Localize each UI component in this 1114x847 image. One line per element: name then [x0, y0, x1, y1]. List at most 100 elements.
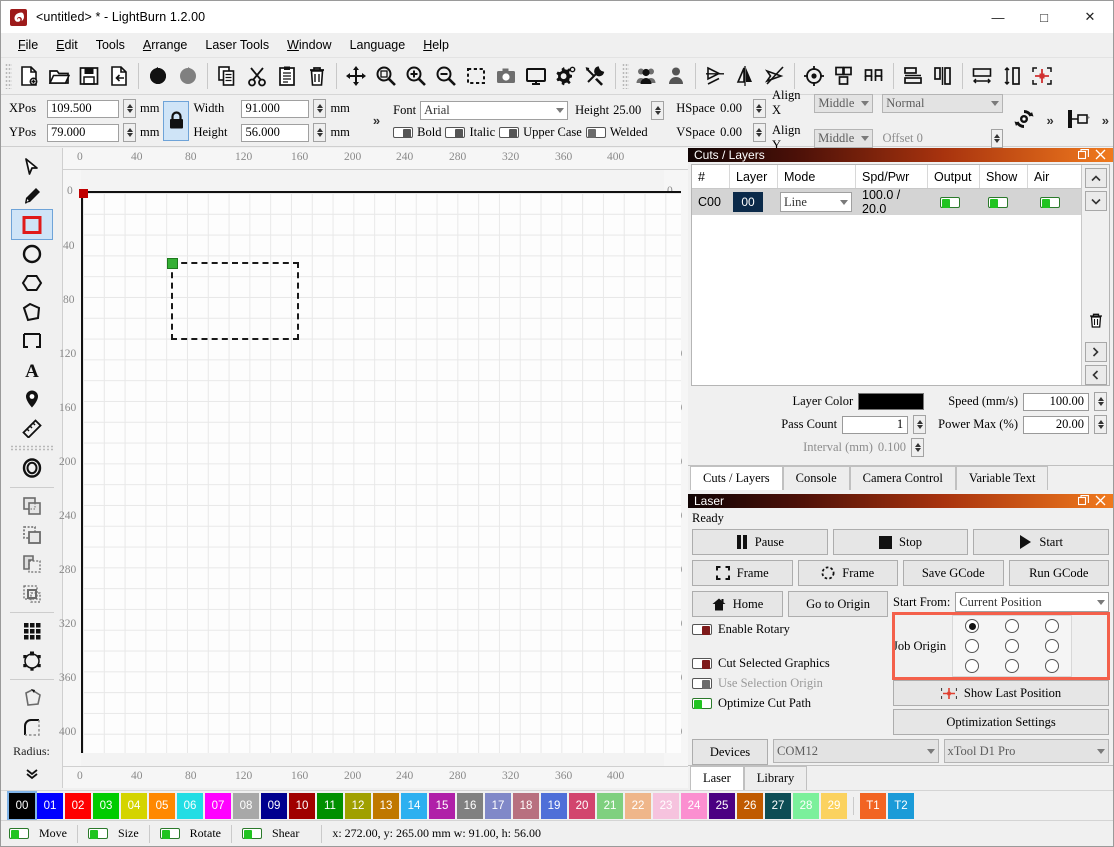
palette-swatch-05[interactable]: 05: [149, 792, 175, 819]
palette-swatch-18[interactable]: 18: [513, 792, 539, 819]
row-output-toggle[interactable]: [940, 196, 960, 208]
power-max-input[interactable]: 20.00: [1023, 415, 1089, 434]
node-pin-tool[interactable]: [12, 384, 52, 413]
stop-button[interactable]: Stop: [832, 529, 969, 555]
home-button[interactable]: Home: [692, 591, 784, 617]
round-corners-tool[interactable]: [12, 713, 52, 742]
select-frame-icon[interactable]: [461, 60, 491, 92]
job-origin-bottom-center[interactable]: [1005, 659, 1020, 673]
rotate-group-expand[interactable]: »: [1041, 113, 1058, 128]
tab-console[interactable]: Console: [782, 466, 850, 490]
zoom-in-icon[interactable]: [401, 60, 431, 92]
freeform-polygon-tool[interactable]: [12, 297, 52, 326]
palette-swatch-28[interactable]: 28: [793, 792, 819, 819]
ellipse-tool[interactable]: [12, 239, 52, 268]
chevron-double-down-icon[interactable]: [12, 759, 52, 788]
delete-trash-icon[interactable]: [302, 60, 332, 92]
power-max-spinner[interactable]: [1094, 415, 1107, 434]
cut-selected-row[interactable]: Cut Selected Graphics: [692, 653, 888, 673]
pencil-draw-tool[interactable]: [12, 181, 52, 210]
offset-shapes-tool[interactable]: [12, 454, 52, 483]
boolean-subtract-tool[interactable]: [12, 521, 52, 550]
selection-green-handle[interactable]: [167, 258, 178, 269]
pause-button[interactable]: Pause: [692, 529, 828, 555]
save-icon[interactable]: [74, 60, 104, 92]
speed-input[interactable]: 100.00: [1023, 392, 1089, 411]
job-origin-middle-left[interactable]: [965, 639, 980, 653]
layer-table[interactable]: # Layer Mode Spd/Pwr Output Show Air C00…: [691, 164, 1110, 386]
xpos-spinner[interactable]: [123, 99, 136, 118]
palette-swatch-04[interactable]: 04: [121, 792, 147, 819]
xpos-input[interactable]: 109.500: [47, 99, 119, 118]
menu-window[interactable]: Window: [278, 35, 340, 55]
rotate-toggle[interactable]: [159, 828, 180, 839]
menu-tools[interactable]: Tools: [87, 35, 134, 55]
frame-square-button[interactable]: Frame: [692, 560, 793, 586]
ungroup-icon[interactable]: [661, 60, 691, 92]
tab-library[interactable]: Library: [743, 766, 808, 790]
grid-array-tool[interactable]: [12, 617, 52, 646]
palette-swatch-15[interactable]: 15: [429, 792, 455, 819]
width-input[interactable]: 91.000: [241, 99, 310, 118]
optimize-cut-path-row[interactable]: Optimize Cut Path: [692, 693, 888, 713]
job-origin-middle-right[interactable]: [1045, 639, 1060, 653]
menu-file[interactable]: File: [9, 35, 47, 55]
measure-ruler-tool[interactable]: [12, 413, 52, 442]
camera-icon[interactable]: [491, 60, 521, 92]
devices-button[interactable]: Devices: [692, 739, 768, 765]
use-selection-origin-row[interactable]: Use Selection Origin: [692, 673, 888, 693]
palette-swatch-07[interactable]: 07: [205, 792, 231, 819]
frame-round-button[interactable]: Frame: [797, 560, 898, 586]
go-to-origin-button[interactable]: Go to Origin: [788, 591, 888, 617]
job-origin-top-right[interactable]: [1045, 619, 1060, 633]
palette-swatch-16[interactable]: 16: [457, 792, 483, 819]
text-tool[interactable]: A: [12, 355, 52, 384]
left-tool-grip[interactable]: [9, 445, 54, 451]
tab-cuts-layers[interactable]: Cuts / Layers: [690, 466, 783, 490]
text-height-value[interactable]: 25.00: [613, 103, 641, 118]
job-origin-middle-center[interactable]: [1005, 639, 1020, 653]
device-tools-icon[interactable]: [581, 60, 611, 92]
close-button[interactable]: ✕: [1067, 1, 1113, 33]
hspace-value[interactable]: 0.00: [720, 101, 742, 116]
bracket-tool[interactable]: [12, 326, 52, 355]
lock-aspect-ratio-button[interactable]: [163, 100, 190, 141]
group-icon[interactable]: [631, 60, 661, 92]
palette-swatch-08[interactable]: 08: [233, 792, 259, 819]
pass-count-input[interactable]: 1: [842, 415, 909, 434]
position-cross-icon[interactable]: [1027, 60, 1057, 92]
text-shape-select[interactable]: Normal: [882, 93, 1004, 113]
vspace-spinner[interactable]: [752, 123, 766, 142]
flip-vertical-icon[interactable]: [730, 60, 760, 92]
prev-layer-button[interactable]: [1084, 365, 1107, 385]
row-air-toggle[interactable]: [1040, 196, 1060, 208]
welded-toggle[interactable]: [585, 127, 606, 138]
enable-rotary-row[interactable]: Enable Rotary: [692, 619, 888, 639]
move-up-button[interactable]: [1084, 168, 1107, 188]
rectangle-tool[interactable]: [10, 209, 53, 241]
palette-swatch-14[interactable]: 14: [401, 792, 427, 819]
circular-array-tool[interactable]: [12, 646, 52, 675]
move-toggle[interactable]: [9, 828, 29, 839]
palette-swatch-26[interactable]: 26: [737, 792, 763, 819]
menu-laser-tools[interactable]: Laser Tools: [196, 35, 278, 55]
palette-swatch-00[interactable]: 00: [7, 790, 37, 821]
palette-swatch-11[interactable]: 11: [317, 792, 343, 819]
close-panel-icon[interactable]: [1095, 149, 1106, 162]
palette-swatch-12[interactable]: 12: [345, 792, 371, 819]
shear-toggle[interactable]: [242, 828, 262, 839]
palette-swatch-02[interactable]: 02: [65, 792, 91, 819]
enable-rotary-toggle[interactable]: [692, 623, 712, 635]
job-origin-top-left[interactable]: [965, 619, 980, 633]
rotate-refresh-icon[interactable]: [1007, 106, 1041, 135]
text-height-spinner[interactable]: [651, 101, 665, 120]
new-file-icon[interactable]: [14, 60, 44, 92]
palette-swatch-27[interactable]: 27: [765, 792, 791, 819]
settings-gear-icon[interactable]: [551, 60, 581, 92]
palette-swatch-17[interactable]: 17: [485, 792, 511, 819]
table-row[interactable]: C00 00 Line 100.0 / 20.0: [692, 188, 1081, 216]
uppercase-toggle[interactable]: [499, 127, 520, 138]
job-origin-bottom-right[interactable]: [1045, 659, 1060, 673]
height-spinner[interactable]: [313, 123, 327, 142]
device-select[interactable]: xTool D1 Pro: [943, 739, 1109, 763]
